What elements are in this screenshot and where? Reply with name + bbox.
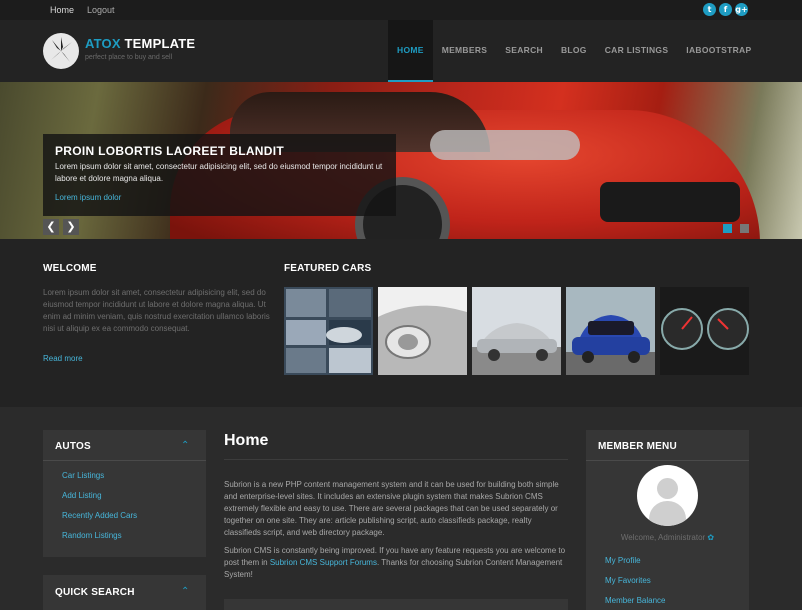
featured-thumb-silver-sedan[interactable]	[472, 287, 561, 375]
brand-accent: ATOX	[85, 36, 121, 51]
hero-text: Lorem ipsum dolor sit amet, consectetur …	[55, 162, 383, 183]
quick-search-title: QUICK SEARCH	[55, 587, 135, 598]
top-bar: Home Logout t f g+	[0, 0, 802, 20]
welcome-text: Lorem ipsum dolor sit amet, consectetur …	[43, 288, 270, 333]
featured-thumb-car-headlight[interactable]	[378, 287, 467, 375]
settings-gear-icon[interactable]: ✿	[707, 533, 714, 542]
top-link-logout[interactable]: Logout	[87, 5, 115, 15]
member-link-my-favorites[interactable]: My Favorites	[605, 576, 651, 585]
featured-thumb-car-collage[interactable]	[284, 287, 373, 375]
member-menu-title: MEMBER MENU	[598, 441, 677, 452]
nav-home[interactable]: HOME	[388, 20, 433, 82]
autos-collapse-icon[interactable]: ⌃	[181, 440, 189, 451]
hero-link[interactable]: Lorem ipsum dolor	[55, 193, 384, 202]
logo-icon[interactable]	[43, 33, 79, 69]
nav-search[interactable]: SEARCH	[496, 20, 552, 82]
brand-rest: TEMPLATE	[120, 36, 196, 51]
welcome-title: WELCOME	[43, 263, 97, 274]
autos-link-car-listings[interactable]: Car Listings	[62, 471, 104, 480]
facebook-icon[interactable]: f	[719, 3, 732, 16]
nav-car-listings[interactable]: CAR LISTINGS	[596, 20, 678, 82]
member-link-member-balance[interactable]: Member Balance	[605, 596, 665, 605]
avatar-body	[649, 501, 686, 526]
autos-link-random-listings[interactable]: Random Listings	[62, 531, 122, 540]
content-paragraph-2: Subrion CMS is constantly being improved…	[224, 545, 568, 581]
featured-thumb-dashboard-gauges[interactable]	[660, 287, 749, 375]
member-menu-divider	[586, 460, 749, 461]
page-title: Home	[224, 432, 269, 449]
autos-title: AUTOS	[55, 441, 91, 452]
google-plus-icon[interactable]: g+	[735, 3, 748, 16]
nav-members[interactable]: MEMBERS	[433, 20, 497, 82]
featured-title: FEATURED CARS	[284, 263, 372, 274]
support-forums-link[interactable]: Subrion CMS Support Forums	[270, 558, 377, 567]
top-link-home[interactable]: Home	[50, 5, 74, 15]
twitter-icon[interactable]: t	[703, 3, 716, 16]
hero-car-grille	[600, 182, 740, 222]
content-next-block	[224, 599, 568, 610]
slider-dot-1[interactable]	[723, 224, 732, 233]
nav-blog[interactable]: BLOG	[552, 20, 596, 82]
hero-title: PROIN LOBORTIS LAOREET BLANDIT	[55, 144, 284, 158]
slider-dot-2[interactable]	[740, 224, 749, 233]
slider-prev-icon[interactable]: ❮	[43, 219, 59, 235]
autos-link-add-listing[interactable]: Add Listing	[62, 491, 102, 500]
welcome-admin-text: Welcome, Administrator	[620, 533, 706, 542]
featured-thumb-blue-hatchback[interactable]	[566, 287, 655, 375]
title-divider	[224, 459, 568, 460]
autos-link-recently-added[interactable]: Recently Added Cars	[62, 511, 137, 520]
main-nav: HOME MEMBERS SEARCH BLOG CAR LISTINGS IA…	[388, 20, 760, 82]
site-brand[interactable]: ATOX TEMPLATE	[85, 36, 195, 51]
quick-search-collapse-icon[interactable]: ⌃	[181, 586, 189, 597]
site-tagline: perfect place to buy and sell	[85, 54, 173, 61]
hero-car-headlight	[430, 130, 580, 160]
site-header: ATOX TEMPLATE perfect place to buy and s…	[0, 20, 802, 82]
hero-caption: PROIN LOBORTIS LAOREET BLANDIT Lorem ips…	[43, 134, 396, 216]
avatar[interactable]	[637, 465, 698, 526]
autos-divider	[43, 460, 206, 461]
welcome-administrator: Welcome, Administrator ✿	[586, 533, 749, 542]
avatar-head	[657, 478, 678, 499]
member-link-my-profile[interactable]: My Profile	[605, 556, 641, 565]
read-more-link[interactable]: Read more	[43, 354, 83, 363]
slider-next-icon[interactable]: ❯	[63, 219, 79, 235]
nav-iabootstrap[interactable]: IABOOTSTRAP	[677, 20, 760, 82]
content-paragraph-1: Subrion is a new PHP content management …	[224, 480, 559, 537]
